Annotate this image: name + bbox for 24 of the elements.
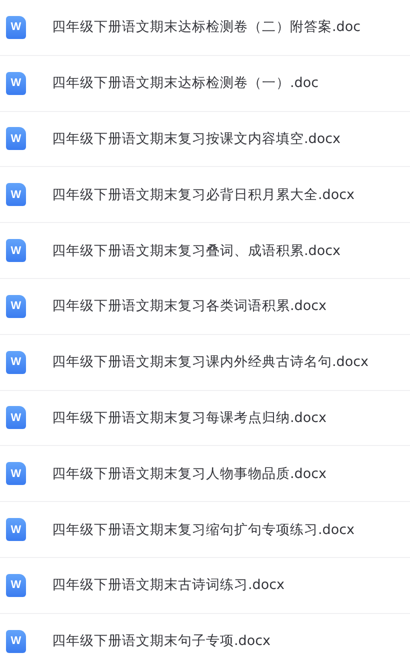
- word-file-icon: W: [6, 518, 26, 542]
- word-file-icon: W: [6, 406, 26, 430]
- file-name[interactable]: 四年级下册语文期末复习必背日积月累大全.docx: [52, 186, 355, 204]
- file-name[interactable]: 四年级下册语文期末复习课内外经典古诗名句.docx: [52, 353, 369, 372]
- file-name[interactable]: 四年级下册语文期末达标检测卷（二）附答案.doc: [52, 18, 361, 36]
- word-file-icon: W: [6, 574, 26, 597]
- file-name[interactable]: 四年级下册语文期末复习按课文内容填空.docx: [52, 130, 341, 148]
- word-file-icon: W: [6, 462, 26, 486]
- word-file-icon: W: [6, 16, 26, 39]
- word-file-icon: W: [6, 72, 26, 95]
- word-file-icon: W: [6, 350, 26, 374]
- file-name[interactable]: 四年级下册语文期末句子专项.docx: [52, 632, 271, 650]
- file-name[interactable]: 四年级下册语文期末复习每课考点归纳.docx: [52, 408, 327, 427]
- file-name[interactable]: 四年级下册语文期末复习缩句扩句专项练习.docx: [52, 520, 355, 539]
- word-file-icon: W: [6, 630, 26, 653]
- word-file-icon: W: [6, 127, 26, 150]
- file-name[interactable]: 四年级下册语文期末复习各类词语积累.docx: [52, 297, 327, 316]
- file-name[interactable]: 四年级下册语文期末复习人物事物品质.docx: [52, 464, 327, 483]
- word-file-icon: W: [6, 239, 26, 262]
- file-name[interactable]: 四年级下册语文期末古诗词练习.docx: [52, 576, 285, 594]
- word-file-icon: W: [6, 294, 26, 318]
- file-name[interactable]: 四年级下册语文期末复习叠词、成语积累.docx: [52, 242, 341, 260]
- file-name[interactable]: 四年级下册语文期末达标检测卷（一）.doc: [52, 74, 319, 92]
- word-file-icon: W: [6, 183, 26, 206]
